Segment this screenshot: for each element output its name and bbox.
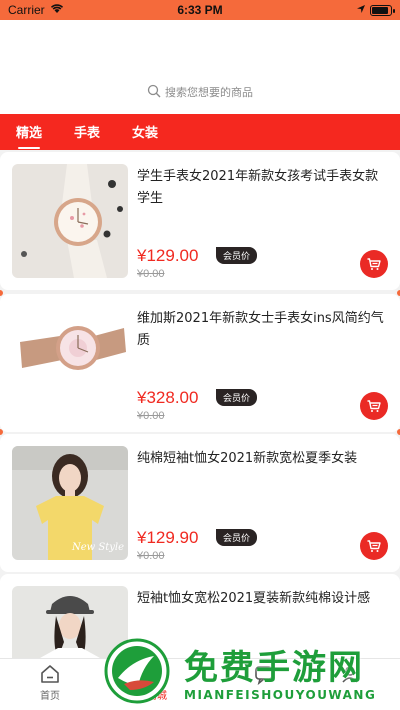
product-list: 学生手表女2021年新款女孩考试手表女款学生 ¥129.00 会员价 ¥0.00… bbox=[0, 150, 400, 658]
product-price: ¥129.00 bbox=[137, 246, 199, 265]
search-icon bbox=[147, 84, 161, 101]
cart-icon bbox=[367, 540, 381, 552]
member-price-badge: 会员价 bbox=[216, 529, 258, 546]
cart-icon bbox=[367, 400, 381, 412]
add-to-cart-button[interactable] bbox=[360, 250, 388, 278]
tab-featured[interactable]: 精选 bbox=[16, 122, 42, 149]
search-placeholder: 搜索您想要的商品 bbox=[165, 86, 253, 99]
member-price-badge: 会员价 bbox=[216, 247, 258, 264]
clock: 6:33 PM bbox=[177, 3, 223, 17]
product-image-watch bbox=[12, 306, 128, 420]
category-tabs: 精选 手表 女装 bbox=[0, 114, 400, 150]
location-icon bbox=[356, 3, 366, 17]
tab-womens-clothing[interactable]: 女装 bbox=[132, 122, 158, 141]
original-price: ¥0.00 bbox=[137, 550, 165, 562]
svg-text:New Style: New Style bbox=[71, 542, 124, 553]
header: 搜索您想要的商品 bbox=[0, 20, 400, 114]
product-image-watch bbox=[12, 164, 128, 278]
watermark-logo-icon bbox=[104, 638, 170, 704]
card-divider-dot bbox=[0, 429, 3, 435]
tab-watches[interactable]: 手表 bbox=[74, 122, 100, 141]
nav-home[interactable]: 首页 bbox=[20, 663, 80, 702]
product-card[interactable]: 学生手表女2021年新款女孩考试手表女款学生 ¥129.00 会员价 ¥0.00 bbox=[0, 152, 400, 290]
original-price: ¥0.00 bbox=[137, 268, 165, 280]
original-price: ¥0.00 bbox=[137, 410, 165, 422]
battery-icon bbox=[370, 5, 395, 16]
product-title: 学生手表女2021年新款女孩考试手表女款学生 bbox=[137, 169, 379, 206]
cart-icon bbox=[367, 258, 381, 270]
watermark-subtitle: MIANFEISHOUYOUWANG bbox=[184, 688, 377, 702]
site-watermark: 免费手游网 MIANFEISHOUYOUWANG bbox=[104, 636, 400, 710]
home-icon bbox=[41, 665, 59, 683]
nav-home-label: 首页 bbox=[40, 691, 60, 702]
product-price: ¥328.00 bbox=[137, 388, 199, 407]
add-to-cart-button[interactable] bbox=[360, 392, 388, 420]
product-image-tshirt: New Style bbox=[12, 446, 128, 560]
add-to-cart-button[interactable] bbox=[360, 532, 388, 560]
product-card[interactable]: New Style 纯棉短袖t恤女2021新款宽松夏季女装 ¥129.90 会员… bbox=[0, 434, 400, 572]
product-card[interactable]: 维加斯2021年新款女士手表女ins风简约气质 ¥328.00 会员价 ¥0.0… bbox=[0, 294, 400, 432]
member-price-badge: 会员价 bbox=[216, 389, 258, 406]
status-bar: Carrier 6:33 PM bbox=[0, 0, 400, 20]
search-bar[interactable]: 搜索您想要的商品 bbox=[0, 82, 400, 102]
product-price: ¥129.90 bbox=[137, 528, 199, 547]
product-title: 纯棉短袖t恤女2021新款宽松夏季女装 bbox=[137, 451, 358, 466]
product-title: 短袖t恤女宽松2021夏装新款纯棉设计感 bbox=[137, 591, 371, 606]
watermark-title: 免费手游网 bbox=[184, 648, 364, 688]
product-title: 维加斯2021年新款女士手表女ins风简约气质 bbox=[137, 311, 384, 348]
